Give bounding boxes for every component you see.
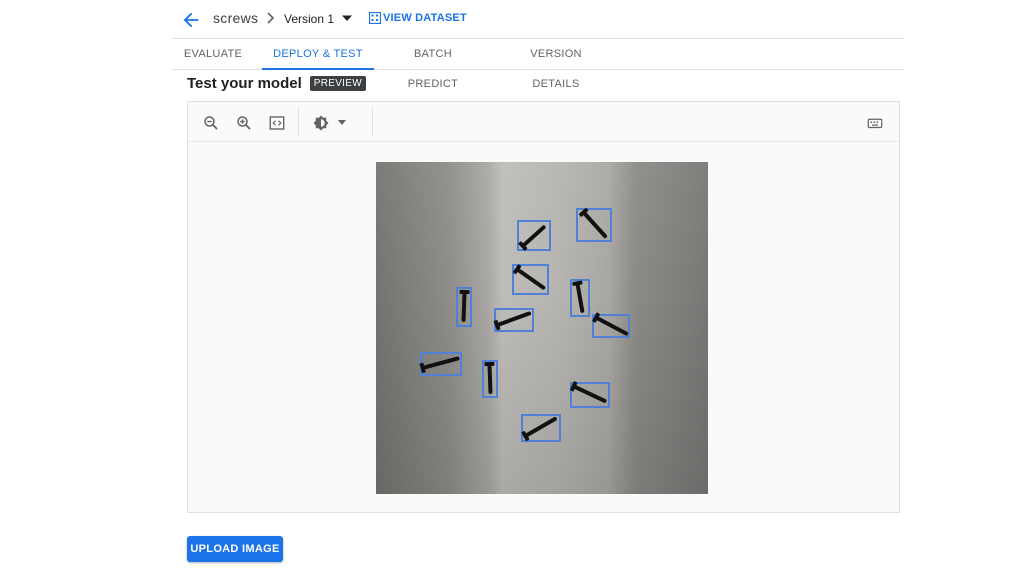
tab-batch-predict[interactable]: BATCH PREDICT (388, 39, 478, 90)
zoom-out-icon[interactable] (202, 114, 220, 132)
page-title: Test your model (187, 75, 302, 92)
keyboard-icon[interactable] (866, 114, 884, 132)
viewer-toolbar (188, 102, 899, 142)
toolbar-divider (372, 108, 373, 136)
dataset-name[interactable]: screws (213, 10, 258, 26)
chevron-right-icon (267, 12, 275, 24)
tab-deploy-test[interactable]: DEPLOY & TEST (262, 39, 374, 70)
tab-bar: EVALUATE DEPLOY & TEST BATCH PREDICT VER… (172, 39, 904, 90)
image-viewer (187, 101, 900, 513)
automl-deploy-test-page: screws Version 1 VIEW DATASET EVALUATE D… (0, 0, 1024, 576)
arrow-back-icon[interactable] (180, 9, 202, 31)
chevron-down-icon[interactable] (338, 120, 346, 126)
prediction-image (376, 162, 708, 494)
zoom-in-icon[interactable] (235, 114, 253, 132)
tab-version-details[interactable]: VERSION DETAILS (508, 39, 604, 90)
chevron-down-icon[interactable] (342, 13, 352, 23)
view-dataset-link[interactable]: VIEW DATASET (369, 12, 467, 24)
section-heading: Test your model PREVIEW (187, 75, 366, 92)
tab-evaluate[interactable]: EVALUATE (180, 39, 246, 69)
version-selector[interactable]: Version 1 (284, 12, 334, 26)
upload-image-button[interactable]: UPLOAD IMAGE (187, 536, 283, 562)
fit-to-screen-icon[interactable] (268, 114, 286, 132)
preview-badge: PREVIEW (309, 76, 366, 91)
view-dataset-label: VIEW DATASET (383, 12, 467, 24)
brightness-icon[interactable] (312, 114, 330, 132)
top-header: screws Version 1 VIEW DATASET (172, 0, 904, 39)
toolbar-divider (298, 108, 299, 136)
dataset-grid-icon (369, 12, 381, 24)
